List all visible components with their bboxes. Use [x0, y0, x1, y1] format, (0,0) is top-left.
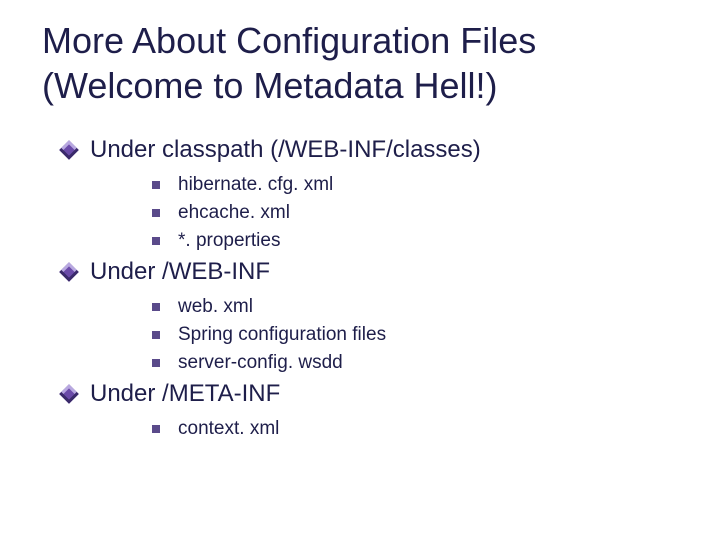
- bullet-heading-row: Under classpath (/WEB-INF/classes): [62, 136, 692, 164]
- square-icon: [152, 331, 160, 339]
- bullet-section-0: Under classpath (/WEB-INF/classes) hiber…: [62, 136, 692, 252]
- sub-bullet-text: context. xml: [178, 418, 279, 440]
- sub-bullet-text: *. properties: [178, 230, 280, 252]
- sub-bullet: web. xml: [152, 296, 692, 318]
- square-icon: [152, 209, 160, 217]
- sub-bullet: ehcache. xml: [152, 202, 692, 224]
- bullet-section-1: Under /WEB-INF web. xml Spring configura…: [62, 258, 692, 374]
- sub-bullet-text: server-config. wsdd: [178, 352, 343, 374]
- sub-bullet-text: web. xml: [178, 296, 253, 318]
- subitems-2: context. xml: [152, 418, 692, 440]
- diamond-icon: [59, 262, 79, 282]
- diamond-icon: [59, 140, 79, 160]
- sub-bullet-text: ehcache. xml: [178, 202, 290, 224]
- sub-bullet-text: Spring configuration files: [178, 324, 386, 346]
- slide-title: More About Configuration Files (Welcome …: [42, 18, 692, 108]
- subitems-0: hibernate. cfg. xml ehcache. xml *. prop…: [152, 174, 692, 252]
- sub-bullet: *. properties: [152, 230, 692, 252]
- bullet-heading: Under classpath (/WEB-INF/classes): [90, 136, 481, 164]
- bullet-heading-row: Under /META-INF: [62, 380, 692, 408]
- square-icon: [152, 303, 160, 311]
- subitems-1: web. xml Spring configuration files serv…: [152, 296, 692, 374]
- bullet-heading: Under /META-INF: [90, 380, 280, 408]
- diamond-icon: [59, 384, 79, 404]
- square-icon: [152, 359, 160, 367]
- bullet-heading-row: Under /WEB-INF: [62, 258, 692, 286]
- sub-bullet: server-config. wsdd: [152, 352, 692, 374]
- sub-bullet: hibernate. cfg. xml: [152, 174, 692, 196]
- square-icon: [152, 181, 160, 189]
- bullet-heading: Under /WEB-INF: [90, 258, 270, 286]
- sub-bullet: context. xml: [152, 418, 692, 440]
- bullet-section-2: Under /META-INF context. xml: [62, 380, 692, 440]
- sub-bullet: Spring configuration files: [152, 324, 692, 346]
- square-icon: [152, 425, 160, 433]
- square-icon: [152, 237, 160, 245]
- sub-bullet-text: hibernate. cfg. xml: [178, 174, 333, 196]
